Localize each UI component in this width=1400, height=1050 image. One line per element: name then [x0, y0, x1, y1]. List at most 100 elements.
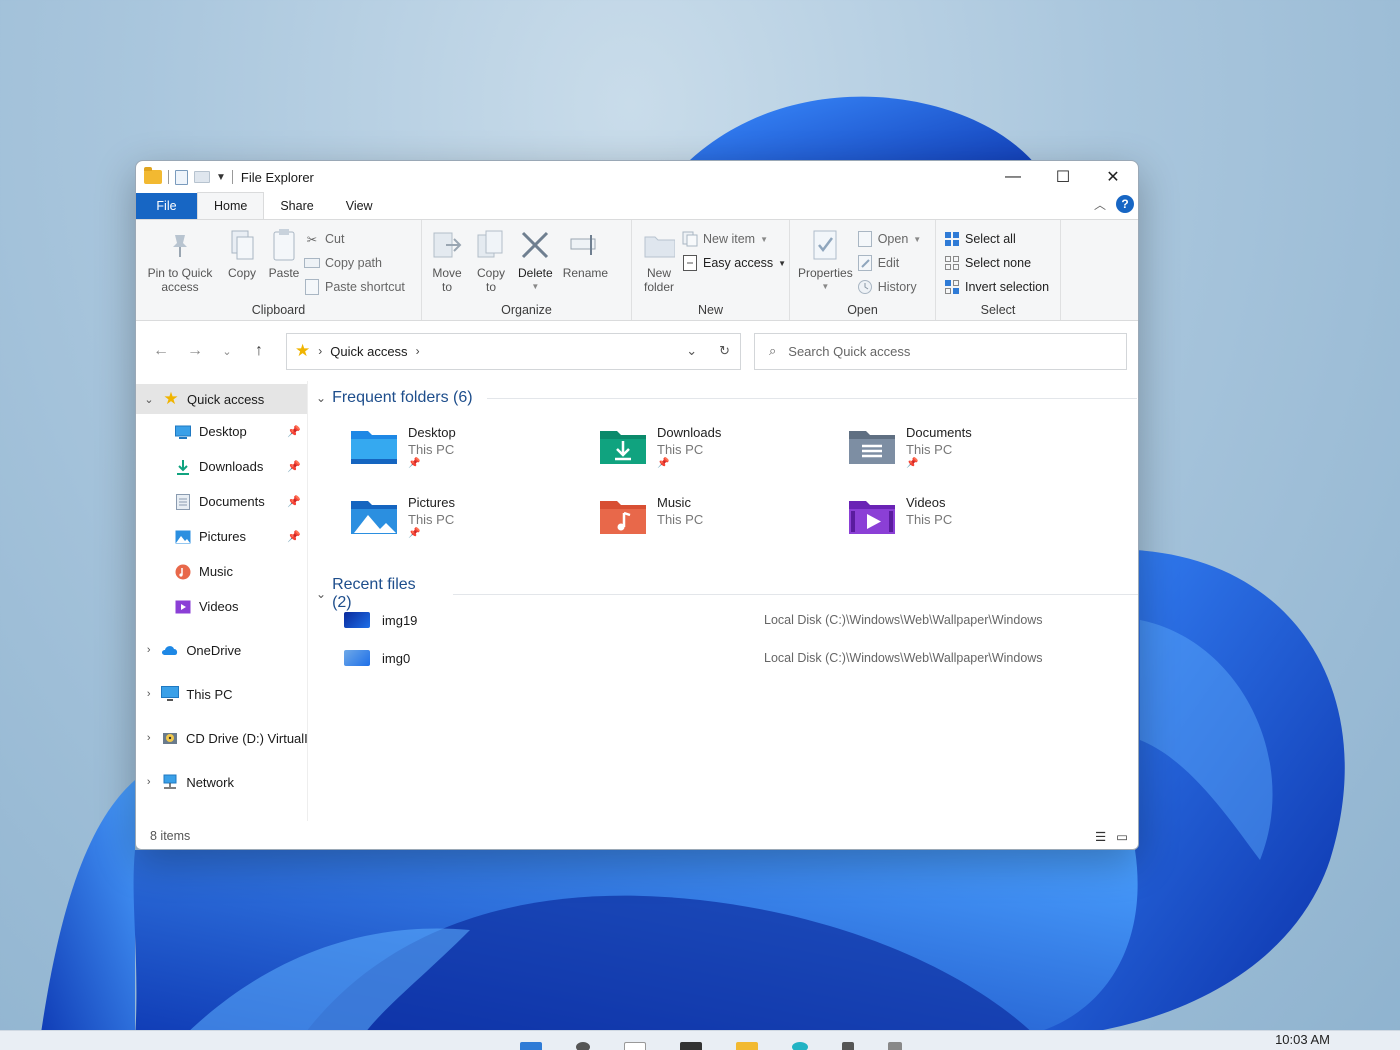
edge-icon[interactable]	[792, 1042, 808, 1050]
search-box[interactable]: ⌕ Search Quick access	[754, 332, 1127, 370]
copy-to-button[interactable]: Copy to	[470, 224, 512, 302]
folder-tile-pictures[interactable]: Pictures This PC 📌	[350, 495, 455, 539]
delete-button[interactable]: Delete ▼	[514, 224, 557, 302]
history-label: History	[877, 280, 917, 294]
maximize-button[interactable]: ☐	[1038, 161, 1088, 193]
start-icon[interactable]	[520, 1042, 542, 1050]
group-label-select: Select	[980, 303, 1016, 317]
minimize-button[interactable]: —	[988, 161, 1038, 193]
nav-item-documents[interactable]: Documents 📌	[136, 484, 307, 519]
nav-item-this-pc[interactable]: › This PC	[136, 672, 307, 716]
help-icon[interactable]: ?	[1116, 195, 1134, 213]
rename-button[interactable]: Rename	[559, 224, 612, 302]
select-all-button[interactable]: Select all	[944, 228, 1056, 250]
expand-chevron-icon[interactable]: ›	[136, 688, 161, 700]
delete-dropdown-icon[interactable]: ▼	[531, 280, 539, 294]
recent-file-row[interactable]: img19 Local Disk (C:)\Windows\Web\Wallpap…	[344, 612, 1104, 628]
tab-file[interactable]: File	[136, 193, 197, 219]
nav-item-pictures[interactable]: Pictures 📌	[136, 519, 307, 554]
group-new: New folder New item ▼ Easy access ▼ New	[632, 220, 790, 320]
nav-pinned-list: Desktop 📌 Downloads 📌 Documents 📌 Pictures 📌 Mus…	[136, 414, 307, 624]
easy-access-label: Easy access	[703, 256, 774, 270]
pin-to-quick-access-button[interactable]: Pin to Quick access	[140, 224, 220, 302]
address-history-chevron-icon[interactable]: ⌄	[686, 343, 697, 359]
details-view-icon[interactable]: ☰	[1095, 829, 1106, 844]
new-item-button[interactable]: New item ▼	[682, 228, 786, 250]
tab-view[interactable]: View	[330, 193, 389, 219]
folder-location: This PC	[657, 442, 704, 457]
folder-tile-downloads[interactable]: Downloads This PC 📌	[599, 425, 721, 469]
task-view-icon[interactable]	[624, 1042, 646, 1050]
paste-button[interactable]: Paste	[264, 224, 304, 302]
folder-tile-videos[interactable]: Videos This PC	[848, 495, 952, 535]
paste-shortcut-button[interactable]: Paste shortcut	[304, 276, 405, 298]
search-icon[interactable]	[576, 1042, 590, 1050]
history-button[interactable]: History	[857, 276, 922, 298]
forward-arrow-icon[interactable]: →	[178, 342, 212, 360]
collapse-chevron-icon[interactable]: ⌄	[316, 391, 326, 405]
content-area: ⌄ ★ Quick access Desktop 📌 Downloads 📌 Docum…	[136, 381, 1138, 849]
expand-chevron-icon[interactable]: ›	[136, 732, 161, 744]
recent-files-header[interactable]: ⌄ Recent files (2)	[316, 576, 1138, 612]
group-clipboard: Pin to Quick access Copy Paste ✂ Cut Cop…	[136, 220, 422, 320]
nav-item-network[interactable]: › Network	[136, 760, 307, 804]
refresh-icon[interactable]: ↻	[719, 343, 730, 359]
nav-item-videos[interactable]: Videos	[136, 589, 307, 624]
folder-name: Documents	[906, 425, 972, 440]
address-bar[interactable]: ★ › Quick access › ⌄ ↻	[286, 332, 741, 370]
expand-chevron-icon[interactable]: ›	[136, 644, 161, 656]
widgets-icon[interactable]	[680, 1042, 702, 1050]
copy-button[interactable]: Copy	[222, 224, 262, 302]
pictures-icon	[174, 529, 192, 545]
breadcrumb-chevron-icon[interactable]: ›	[416, 344, 420, 358]
nav-item-music[interactable]: Music	[136, 554, 307, 589]
close-button[interactable]: ✕	[1088, 161, 1138, 193]
customize-toolbar-dropdown-icon[interactable]: ▼	[216, 172, 226, 183]
copy-path-button[interactable]: Copy path	[304, 252, 405, 274]
frequent-folders-title: Frequent folders (6)	[332, 389, 473, 406]
recent-locations-chevron-icon[interactable]: ⌄	[212, 345, 242, 358]
properties-icon[interactable]	[175, 169, 188, 185]
collapse-chevron-icon[interactable]: ⌄	[136, 393, 162, 406]
folder-tile-desktop[interactable]: Desktop This PC 📌	[350, 425, 456, 469]
invert-selection-button[interactable]: Invert selection	[944, 276, 1056, 298]
settings-icon[interactable]	[888, 1042, 902, 1050]
downloads-folder-icon	[599, 425, 647, 465]
quick-access-toolbar: ▼	[136, 167, 233, 185]
tab-share[interactable]: Share	[264, 193, 329, 219]
folder-icon[interactable]	[144, 167, 162, 184]
file-explorer-icon[interactable]	[736, 1042, 758, 1050]
folder-tile-documents[interactable]: Documents This PC 📌	[848, 425, 972, 469]
select-none-button[interactable]: Select none	[944, 252, 1056, 274]
breadcrumb-chevron-icon[interactable]: ›	[318, 344, 322, 358]
nav-item-quick-access[interactable]: ⌄ ★ Quick access	[136, 384, 307, 414]
collapse-chevron-icon[interactable]: ⌄	[316, 587, 326, 601]
store-icon[interactable]	[842, 1042, 854, 1050]
edit-button[interactable]: Edit	[857, 252, 922, 274]
properties-button[interactable]: Properties ▼	[794, 224, 857, 298]
move-to-button[interactable]: Move to	[426, 224, 468, 302]
tab-home[interactable]: Home	[197, 192, 265, 219]
search-input[interactable]: Search Quick access	[788, 344, 910, 359]
open-button[interactable]: Open ▼	[857, 228, 921, 250]
delete-icon	[519, 228, 551, 262]
new-folder-button[interactable]: New folder	[636, 224, 682, 294]
frequent-folders-header[interactable]: ⌄ Frequent folders (6)	[316, 389, 1137, 407]
new-folder-icon[interactable]	[194, 171, 210, 183]
nav-item-onedrive[interactable]: › OneDrive	[136, 628, 307, 672]
properties-dropdown-icon[interactable]: ▼	[821, 280, 829, 294]
large-icons-view-icon[interactable]: ▭	[1116, 829, 1128, 844]
up-arrow-icon[interactable]: ↑	[242, 342, 276, 360]
breadcrumb-quick-access[interactable]: Quick access	[330, 344, 407, 359]
group-organize: Move to Copy to Delete ▼ Rename Organize	[422, 220, 632, 320]
nav-item-desktop[interactable]: Desktop 📌	[136, 414, 307, 449]
back-arrow-icon[interactable]: ←	[144, 342, 178, 360]
folder-tile-music[interactable]: Music This PC	[599, 495, 703, 535]
nav-item-downloads[interactable]: Downloads 📌	[136, 449, 307, 484]
recent-file-row[interactable]: img0 Local Disk (C:)\Windows\Web\Wallpape…	[344, 650, 1104, 666]
expand-chevron-icon[interactable]: ›	[136, 776, 161, 788]
cut-button[interactable]: ✂ Cut	[304, 228, 405, 250]
easy-access-button[interactable]: Easy access ▼	[682, 252, 786, 274]
nav-item-cd-drive-d-virtuali[interactable]: › CD Drive (D:) VirtualI	[136, 716, 307, 760]
collapse-ribbon-icon[interactable]: ︿	[1094, 196, 1106, 213]
